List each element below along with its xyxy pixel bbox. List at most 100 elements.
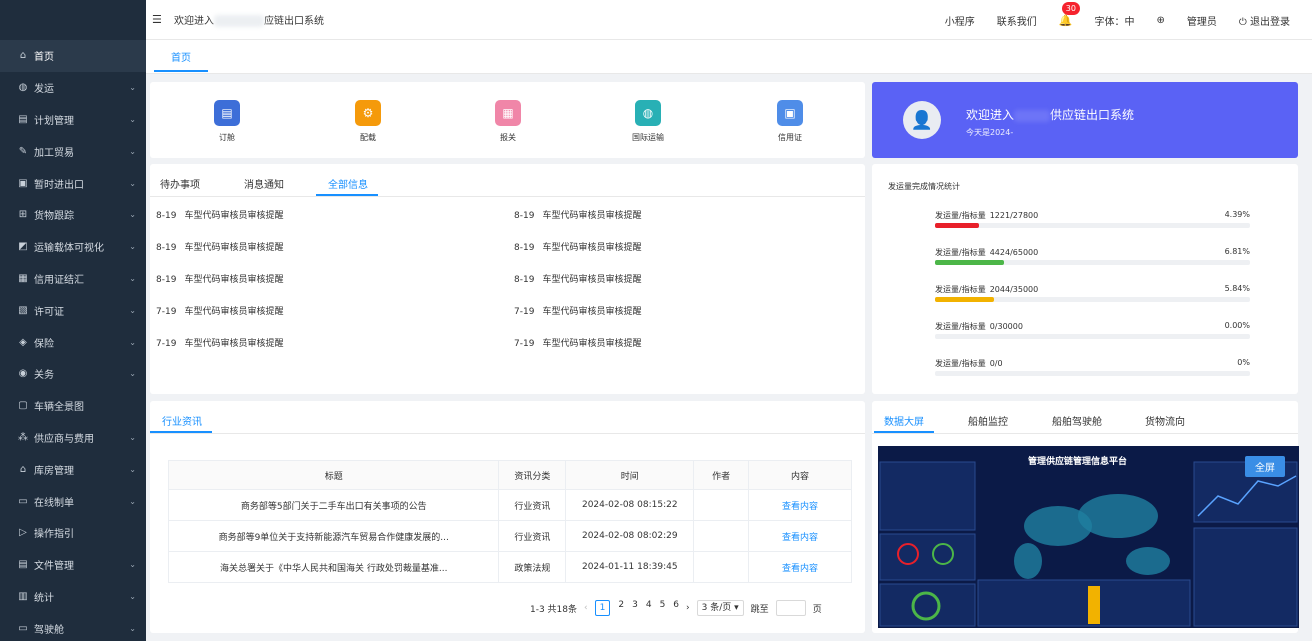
sidebar-item-3[interactable]: ✎ 加工贸易 ⌄ (0, 135, 146, 167)
shortcut-icon: ⚙ (355, 100, 381, 126)
shortcut-1[interactable]: ⚙ 配载 (338, 100, 398, 143)
sidebar-item-12[interactable]: ⁂ 供应商与费用 ⌄ (0, 422, 146, 454)
dashboard-preview[interactable]: 管理供应链管理信息平台 全屏 (878, 446, 1299, 628)
tab-ship-monitor[interactable]: 船舶监控 (968, 413, 1008, 428)
sidebar-item-label: 信用证结汇 (34, 274, 84, 286)
menu-toggle-icon[interactable]: ☰ (152, 13, 166, 26)
sidebar-item-label: 供应商与费用 (34, 433, 94, 445)
prev-page-icon[interactable]: ‹ (584, 603, 588, 613)
tab-notifications[interactable]: 消息通知 (244, 176, 284, 191)
tab-cargo-flow[interactable]: 货物流向 (1145, 413, 1185, 428)
news-tabs: 行业资讯 (150, 401, 865, 434)
redacted-text (214, 15, 264, 27)
page-size-select[interactable]: 3 条/页 ▾ (696, 600, 744, 616)
jump-page-input[interactable] (775, 600, 806, 616)
news-table: 标题 资讯分类 时间 作者 内容 商务部等5部门关于二手车出口有关事项的公告 行业… (167, 460, 852, 583)
tab-industry-news[interactable]: 行业资讯 (162, 413, 202, 428)
stats-icon: ▥ (18, 590, 28, 602)
fullscreen-button[interactable]: 全屏 (1245, 456, 1285, 477)
page-number[interactable]: 4 (646, 600, 652, 616)
message-item[interactable]: 7-19 车型代码审核员审核提醒 (156, 336, 283, 349)
tracking-icon: ⊞ (18, 209, 28, 221)
news-card: 行业资讯 标题 资讯分类 时间 作者 内容 商务部等5部门关于二手车出口有关事项… (150, 401, 865, 633)
message-item[interactable]: 8-19 车型代码审核员审核提醒 (156, 240, 283, 253)
message-item[interactable]: 7-19 车型代码审核员审核提醒 (156, 304, 283, 317)
stat-value: 0/0 (989, 359, 1003, 368)
shortcut-4[interactable]: ▣ 信用证 (760, 100, 820, 143)
sidebar-item-8[interactable]: ▧ 许可证 ⌄ (0, 294, 146, 326)
sidebar-item-5[interactable]: ⊞ 货物跟踪 ⌄ (0, 199, 146, 231)
message-item[interactable]: 7-19 车型代码审核员审核提醒 (514, 304, 641, 317)
sidebar-item-7[interactable]: ▦ 信用证结汇 ⌄ (0, 263, 146, 295)
message-item[interactable]: 8-19 车型代码审核员审核提醒 (514, 272, 641, 285)
sidebar-item-0[interactable]: ⌂ 首页 (0, 40, 146, 72)
tab-ship-cockpit[interactable]: 船舶驾驶舱 (1052, 413, 1102, 428)
jump-label: 跳至 (750, 604, 769, 615)
sidebar-item-18[interactable]: ▭ 驾驶舱 ⌄ (0, 612, 146, 641)
sidebar-item-14[interactable]: ▭ 在线制单 ⌄ (0, 485, 146, 517)
sidebar-item-4[interactable]: ▣ 暂时进出口 ⌄ (0, 167, 146, 199)
font-size-selector[interactable]: 字体：中 (1095, 13, 1135, 28)
page-number[interactable]: 5 (660, 600, 666, 616)
sidebar-item-11[interactable]: ▢ 车辆全景图 (0, 390, 146, 422)
panorama-icon: ▢ (18, 400, 28, 412)
sidebar-item-17[interactable]: ▥ 统计 ⌄ (0, 581, 146, 613)
mini-program-link[interactable]: 小程序 (945, 13, 975, 28)
logout-icon: ⏻ (1238, 16, 1247, 28)
license-icon: ▧ (18, 304, 28, 316)
shortcut-3[interactable]: ◍ 国际运输 (618, 100, 678, 143)
shortcut-0[interactable]: ▤ 订舱 (197, 100, 257, 143)
message-date: 7-19 (514, 339, 535, 349)
shortcut-label: 订舱 (219, 133, 235, 142)
message-text: 车型代码审核员审核提醒 (184, 243, 284, 253)
sidebar-item-2[interactable]: ▤ 计划管理 ⌄ (0, 104, 146, 136)
next-page-icon[interactable]: › (686, 603, 690, 613)
form-icon: ▭ (18, 495, 28, 507)
sidebar-item-label: 保险 (34, 338, 54, 350)
sidebar-item-13[interactable]: ⌂ 库房管理 ⌄ (0, 453, 146, 485)
progress-track (935, 334, 1250, 339)
chevron-down-icon: ⌄ (129, 496, 136, 506)
page-number[interactable]: 1 (594, 600, 611, 616)
message-item[interactable]: 8-19 车型代码审核员审核提醒 (514, 240, 641, 253)
message-item[interactable]: 8-19 车型代码审核员审核提醒 (156, 208, 283, 221)
sidebar-item-10[interactable]: ◉ 关务 ⌄ (0, 358, 146, 390)
page-number[interactable]: 6 (673, 600, 679, 616)
shortcut-2[interactable]: ▦ 报关 (478, 100, 538, 143)
sidebar-item-15[interactable]: ▷ 操作指引 (0, 517, 146, 549)
eye-icon: ◉ (18, 368, 28, 380)
sidebar-item-9[interactable]: ◈ 保险 ⌄ (0, 326, 146, 358)
message-date: 8-19 (156, 275, 177, 285)
sidebar-item-6[interactable]: ◩ 运输载体可视化 ⌄ (0, 231, 146, 263)
view-content-link[interactable]: 查看内容 (748, 551, 852, 583)
message-text: 车型代码审核员审核提醒 (542, 307, 642, 317)
view-content-link[interactable]: 查看内容 (748, 520, 852, 552)
welcome-prefix: 欢迎进入 (174, 16, 214, 27)
tab-all-info[interactable]: 全部信息 (328, 176, 368, 191)
chevron-down-icon: ⌄ (129, 146, 136, 156)
news-title: 海关总署关于《中华人民共和国海关 行政处罚裁量基准... (167, 551, 500, 583)
tab-data-screen[interactable]: 数据大屏 (884, 413, 924, 428)
progress-fill (935, 223, 980, 228)
logout-button[interactable]: ⏻ 退出登录 (1239, 13, 1290, 28)
tab-home[interactable]: 首页 (154, 46, 208, 72)
language-icon[interactable]: ⊕ (1157, 15, 1165, 26)
col-title: 标题 (167, 460, 500, 490)
user-name[interactable]: 管理员 (1187, 13, 1217, 28)
view-content-link[interactable]: 查看内容 (748, 489, 852, 521)
contact-link[interactable]: 联系我们 (997, 13, 1037, 28)
tab-todo[interactable]: 待办事项 (160, 176, 200, 191)
page-number[interactable]: 3 (632, 600, 638, 616)
message-date: 8-19 (514, 275, 535, 285)
shipment-stats-card: 发运量完成情况统计 发运量/指标量 1221/27800 4.39% 发运量/指标量 4… (872, 164, 1298, 394)
active-tab-indicator (150, 431, 212, 433)
chevron-down-icon: ▾ (734, 603, 739, 613)
page-number[interactable]: 2 (618, 600, 624, 616)
sidebar-item-1[interactable]: ◍ 发运 ⌄ (0, 72, 146, 104)
dashboard-graphic (878, 446, 1299, 628)
bell-icon[interactable]: 🔔 30 (1059, 1, 1080, 27)
sidebar-item-16[interactable]: ▤ 文件管理 ⌄ (0, 549, 146, 581)
message-item[interactable]: 7-19 车型代码审核员审核提醒 (514, 336, 641, 349)
message-item[interactable]: 8-19 车型代码审核员审核提醒 (514, 208, 641, 221)
message-item[interactable]: 8-19 车型代码审核员审核提醒 (156, 272, 283, 285)
